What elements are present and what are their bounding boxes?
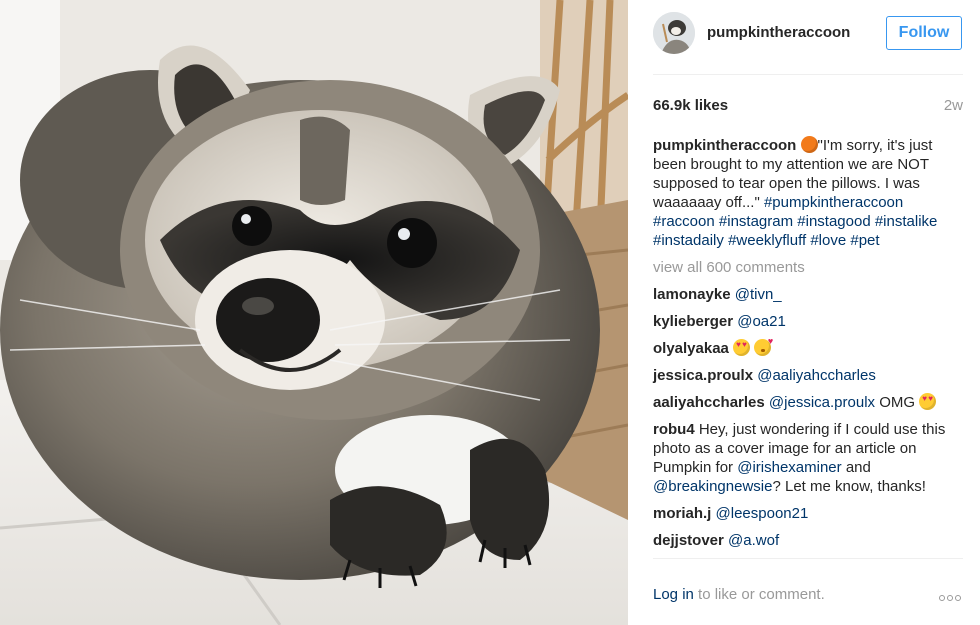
more-options-icon[interactable] — [937, 588, 963, 602]
post-footer: Log in to like or comment. — [653, 558, 963, 625]
comment: aaliyahccharles @jessica.proulx OMG — [653, 393, 963, 412]
comment-username[interactable]: robu4 — [653, 421, 695, 438]
raccoon-image — [0, 0, 628, 625]
post-stats: 66.9k likes 2w — [653, 96, 963, 118]
comment-username[interactable]: jessica.proulx — [653, 367, 753, 384]
comment-username[interactable]: lamonayke — [653, 286, 731, 303]
avatar[interactable] — [653, 12, 695, 54]
mention[interactable]: @aaliyahccharles — [757, 367, 876, 384]
comment: kylieberger @oa21 — [653, 312, 963, 331]
mention[interactable]: @breakingnewsie — [653, 478, 772, 495]
post-photo — [0, 0, 628, 625]
username[interactable]: pumpkintheraccoon — [707, 24, 850, 41]
follow-button[interactable]: Follow — [886, 16, 962, 50]
comment-text: ? Let me know, thanks! — [772, 478, 926, 495]
comment: jessica.proulx @aaliyahccharles — [653, 366, 963, 385]
hashtag[interactable]: #pumpkintheraccoon — [764, 194, 903, 211]
post-header: pumpkintheraccoon Follow — [653, 0, 963, 75]
caption-username[interactable]: pumpkintheraccoon — [653, 137, 796, 154]
login-prompt: Log in to like or comment. — [653, 586, 825, 603]
comment-username[interactable]: olyalyakaa — [653, 340, 729, 357]
comments-list: pumpkintheraccoon "I'm sorry, it's just … — [653, 136, 963, 558]
comment: dejjstover @a.wof — [653, 531, 963, 550]
comment-username[interactable]: dejjstover — [653, 532, 724, 549]
post-sidebar: pumpkintheraccoon Follow 66.9k likes 2w … — [628, 0, 980, 625]
mention[interactable]: @jessica.proulx — [769, 394, 875, 411]
dot-icon — [955, 595, 961, 601]
instagram-post: pumpkintheraccoon Follow 66.9k likes 2w … — [0, 0, 980, 625]
comment: lamonayke @tivn_ — [653, 285, 963, 304]
mention[interactable]: @irishexaminer — [737, 459, 841, 476]
login-prompt-text: to like or comment. — [698, 586, 825, 603]
view-all-comments-link[interactable]: view all 600 comments — [653, 258, 963, 277]
mention[interactable]: @leespoon21 — [716, 505, 809, 522]
comment-username[interactable]: kylieberger — [653, 313, 733, 330]
comment-username[interactable]: moriah.j — [653, 505, 711, 522]
comment-text: and — [845, 459, 871, 476]
pumpkin-emoji-icon — [800, 136, 818, 153]
hashtag[interactable]: #love — [810, 232, 846, 249]
hashtag[interactable]: #pet — [850, 232, 879, 249]
hashtag[interactable]: #instagram — [719, 213, 793, 230]
login-link[interactable]: Log in — [653, 586, 694, 603]
mention[interactable]: @a.wof — [728, 532, 779, 549]
post-time[interactable]: 2w — [944, 97, 963, 114]
mention[interactable]: @tivn_ — [735, 286, 782, 303]
comment-username[interactable]: aaliyahccharles — [653, 394, 765, 411]
hashtag[interactable]: #instagood — [797, 213, 870, 230]
avatar-image — [653, 12, 695, 54]
hashtag[interactable]: #raccoon — [653, 213, 715, 230]
caption: pumpkintheraccoon "I'm sorry, it's just … — [653, 136, 963, 250]
comment: moriah.j @leespoon21 — [653, 504, 963, 523]
mention[interactable]: @oa21 — [737, 313, 786, 330]
heart-eyes-emoji-icon — [919, 393, 937, 410]
comment: robu4 Hey, just wondering if I could use… — [653, 420, 963, 496]
comment: olyalyakaa — [653, 337, 963, 358]
kiss-emoji-icon — [754, 337, 773, 356]
heart-eyes-emoji-icon — [733, 339, 751, 356]
hashtag[interactable]: #weeklyfluff — [728, 232, 806, 249]
hashtag[interactable]: #instadaily — [653, 232, 724, 249]
dot-icon — [947, 595, 953, 601]
likes-count[interactable]: 66.9k likes — [653, 97, 728, 114]
comment-text: OMG — [879, 394, 916, 411]
dot-icon — [939, 595, 945, 601]
hashtag[interactable]: #instalike — [875, 213, 938, 230]
